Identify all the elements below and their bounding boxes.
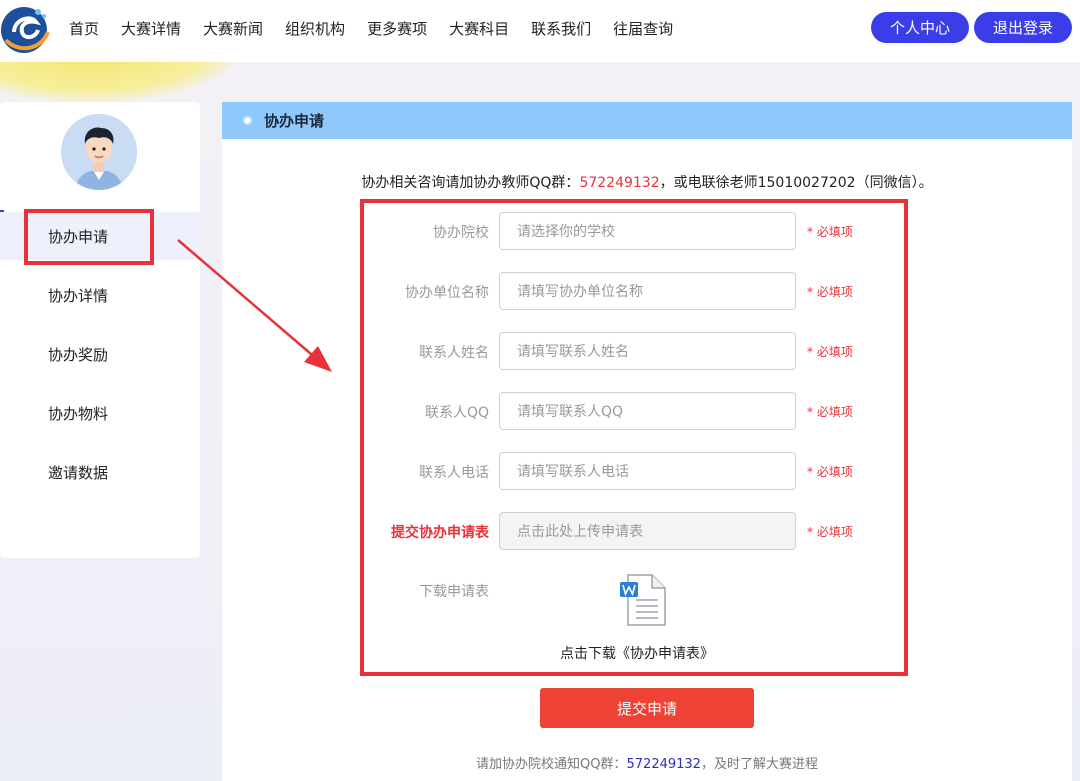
highlight-box-sidebar bbox=[24, 209, 154, 265]
avatar[interactable] bbox=[61, 114, 137, 190]
field-label-contact-name: 联系人姓名 bbox=[419, 345, 489, 361]
upload-form-field[interactable]: 点击此处上传申请表 bbox=[499, 512, 796, 550]
required-mark: * 必填项 bbox=[807, 465, 853, 479]
nav-past-query[interactable]: 往届查询 bbox=[613, 18, 673, 39]
nav-home[interactable]: 首页 bbox=[69, 18, 99, 39]
nav-more-events[interactable]: 更多赛项 bbox=[367, 18, 427, 39]
avatar-icon bbox=[61, 114, 137, 190]
footer-prefix: 请加协办院校通知QQ群： bbox=[476, 757, 627, 772]
school-select[interactable]: 请选择你的学校 bbox=[499, 212, 796, 250]
nav-contest-details[interactable]: 大赛详情 bbox=[121, 18, 181, 39]
logout-button[interactable]: 退出登录 bbox=[974, 12, 1072, 43]
consult-notice: 协办相关咨询请加协办教师QQ群：572249132，或电联徐老师15010027… bbox=[222, 172, 1072, 192]
field-label-school: 协办院校 bbox=[433, 225, 489, 241]
decorative-swoosh bbox=[0, 62, 240, 102]
submit-application-button[interactable]: 提交申请 bbox=[540, 688, 754, 728]
profile-center-button[interactable]: 个人中心 bbox=[871, 12, 969, 43]
unit-name-input[interactable]: 请填写协办单位名称 bbox=[499, 272, 796, 310]
footer-suffix: ，及时了解大赛进程 bbox=[700, 757, 818, 772]
nav-contest-news[interactable]: 大赛新闻 bbox=[203, 18, 263, 39]
site-logo-icon[interactable] bbox=[0, 2, 52, 56]
top-header: 首页 大赛详情 大赛新闻 组织机构 更多赛项 大赛科目 联系我们 往届查询 个人… bbox=[0, 0, 1080, 62]
sidebar-item-details[interactable]: 协办详情 bbox=[0, 271, 200, 319]
footer-notice: 请加协办院校通知QQ群：572249132，及时了解大赛进程 bbox=[222, 753, 1072, 772]
sidebar: 协办申请 协办详情 协办奖励 协办物料 邀请数据 bbox=[0, 102, 200, 558]
required-mark: * 必填项 bbox=[807, 225, 853, 239]
required-mark: * 必填项 bbox=[807, 405, 853, 419]
notice-qq: 572249132 bbox=[579, 175, 660, 191]
field-label-download: 下载申请表 bbox=[419, 584, 489, 600]
nav-contest-subjects[interactable]: 大赛科目 bbox=[449, 18, 509, 39]
field-label-contact-phone: 联系人电话 bbox=[419, 465, 489, 481]
contact-phone-input[interactable]: 请填写联系人电话 bbox=[499, 452, 796, 490]
footer-qq: 572249132 bbox=[626, 757, 701, 772]
main-nav: 首页 大赛详情 大赛新闻 组织机构 更多赛项 大赛科目 联系我们 往届查询 bbox=[58, 0, 684, 56]
panel-header: 协办申请 bbox=[222, 102, 1072, 139]
contact-qq-input[interactable]: 请填写联系人QQ bbox=[499, 392, 796, 430]
required-mark: * 必填项 bbox=[807, 285, 853, 299]
main-panel: 协办申请 协办相关咨询请加协办教师QQ群：572249132，或电联徐老师150… bbox=[222, 102, 1072, 781]
notice-suffix: ，或电联徐老师15010027202（同微信）。 bbox=[659, 175, 933, 191]
sidebar-item-invite-data[interactable]: 邀请数据 bbox=[0, 448, 200, 496]
sidebar-item-rewards[interactable]: 协办奖励 bbox=[0, 330, 200, 378]
nav-contact-us[interactable]: 联系我们 bbox=[531, 18, 591, 39]
field-label-contact-qq: 联系人QQ bbox=[424, 405, 489, 421]
download-form-link[interactable]: 点击下载《协办申请表》 bbox=[560, 643, 714, 663]
required-mark: * 必填项 bbox=[807, 525, 853, 539]
field-label-unit: 协办单位名称 bbox=[405, 285, 489, 301]
contact-name-input[interactable]: 请填写联系人姓名 bbox=[499, 332, 796, 370]
notice-prefix: 协办相关咨询请加协办教师QQ群： bbox=[361, 175, 580, 191]
bullet-dot-icon bbox=[243, 116, 252, 125]
field-label-upload: 提交协办申请表 bbox=[391, 525, 489, 541]
word-document-icon[interactable] bbox=[620, 574, 666, 626]
nav-organization[interactable]: 组织机构 bbox=[285, 18, 345, 39]
required-mark: * 必填项 bbox=[807, 345, 853, 359]
sidebar-item-materials[interactable]: 协办物料 bbox=[0, 389, 200, 437]
panel-title: 协办申请 bbox=[264, 112, 325, 130]
